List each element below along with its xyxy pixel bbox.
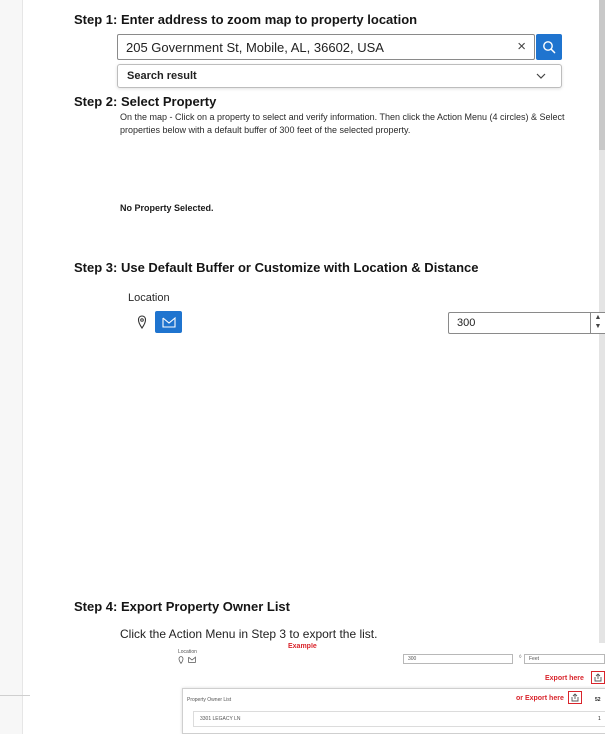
polygon-tool-button[interactable] xyxy=(155,311,182,333)
export-icon xyxy=(571,693,579,702)
no-property-selected-text: No Property Selected. xyxy=(120,203,214,213)
example-distance-box: 300 xyxy=(403,654,513,664)
search-result-dropdown[interactable]: Search result xyxy=(117,64,562,88)
example-export-highlight xyxy=(591,671,605,684)
left-panel-divider xyxy=(0,695,30,696)
example-stepper-glyph: ◊ xyxy=(519,654,522,660)
example-pin-icon xyxy=(178,656,184,664)
buffer-distance-value[interactable]: 300 xyxy=(457,317,475,329)
search-input-value[interactable]: 205 Government St, Mobile, AL, 36602, US… xyxy=(126,40,384,55)
example-unit: Feet xyxy=(529,656,540,662)
buffer-distance-input[interactable]: 300 xyxy=(448,312,598,334)
example-or-export-here: or Export here xyxy=(516,695,564,702)
example-export-here: Export here xyxy=(545,675,584,682)
example-distance-value: 300 xyxy=(408,656,417,662)
pin-icon xyxy=(137,315,147,329)
distance-stepper[interactable]: ▲ ▼ xyxy=(590,312,605,334)
example-location-label: Location xyxy=(178,649,197,655)
step1-title: Step 1: Enter address to zoom map to pro… xyxy=(74,12,418,27)
search-icon xyxy=(543,41,556,54)
example-unit-box: Feet xyxy=(524,654,605,664)
example-row-value: 1 xyxy=(598,716,601,722)
address-search-input[interactable]: 205 Government St, Mobile, AL, 36602, US… xyxy=(117,34,535,60)
polygon-icon xyxy=(161,316,176,328)
example-list-title: Property Owner List xyxy=(187,697,232,703)
step2-title: Step 2: Select Property xyxy=(74,94,217,109)
export-icon xyxy=(594,673,602,682)
chevron-down-icon[interactable] xyxy=(535,70,547,82)
example-polygon-icon xyxy=(188,656,196,663)
location-label: Location xyxy=(128,292,170,304)
step2-description: On the map - Click on a property to sele… xyxy=(120,112,565,135)
export-example-image: Location Example 300 ◊ Feet Export here … xyxy=(178,643,605,734)
clear-search-button[interactable]: × xyxy=(517,39,526,55)
example-owner-list-panel: Property Owner List or Export here 52 33… xyxy=(182,688,605,734)
example-list-export-highlight xyxy=(568,691,582,704)
example-heading: Example xyxy=(288,643,317,650)
step4-description: Click the Action Menu in Step 3 to expor… xyxy=(120,627,378,641)
example-count: 52 xyxy=(595,697,601,703)
search-result-label: Search result xyxy=(127,70,197,82)
example-list-row: 3301 LEGACY LN 1 xyxy=(193,711,605,727)
left-panel-strip xyxy=(0,0,23,734)
point-tool-button[interactable] xyxy=(133,312,151,332)
search-button[interactable] xyxy=(536,34,562,60)
step4-title: Step 4: Export Property Owner List xyxy=(74,599,290,614)
step3-title: Step 3: Use Default Buffer or Customize … xyxy=(74,260,479,275)
example-row-address: 3301 LEGACY LN xyxy=(200,716,241,722)
